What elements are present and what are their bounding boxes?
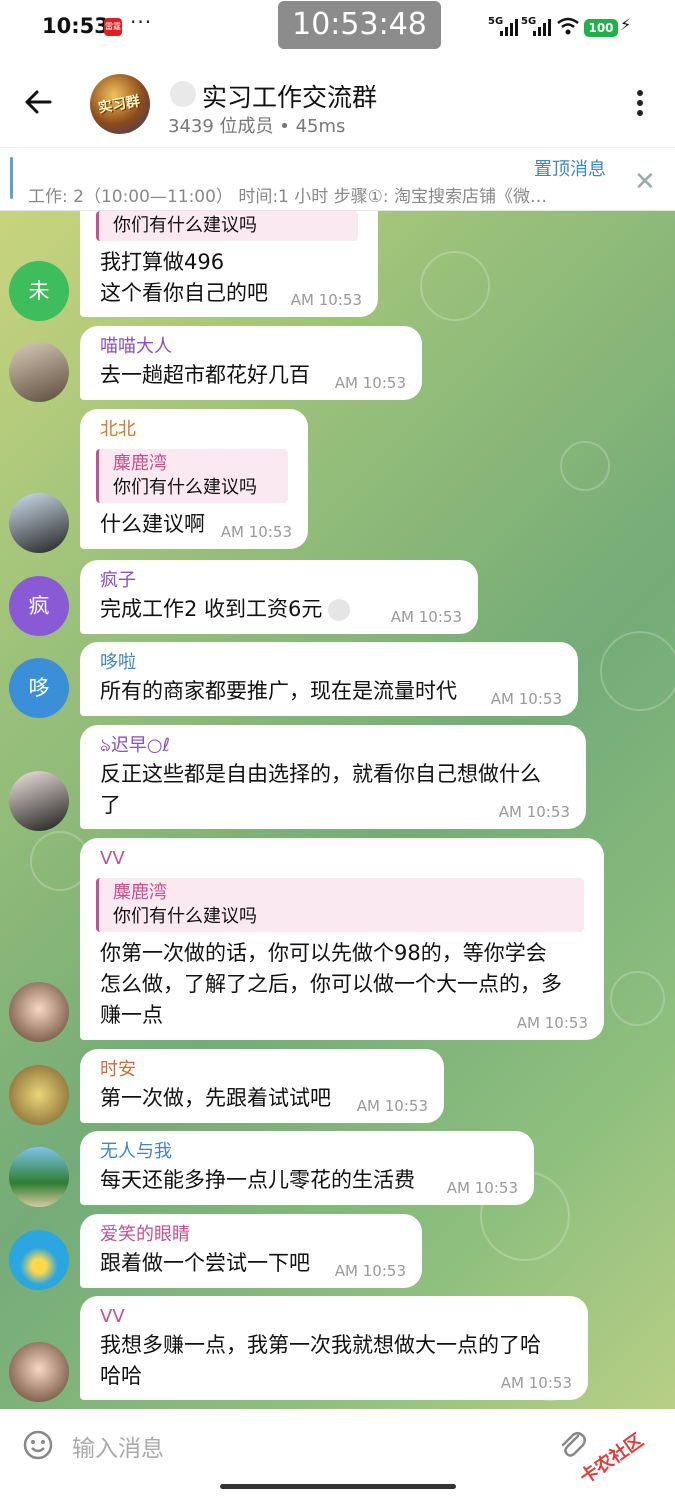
message-bubble[interactable]: 北北 麋鹿湾 你们有什么建议吗 什么建议啊 AM 10:53 [80,409,308,549]
avatar[interactable]: 未 [9,261,69,321]
message-bubble[interactable]: VV 麋鹿湾 你们有什么建议吗 你第一次做的话，你可以先做个98的，等你学会 怎… [80,838,604,1040]
sender-name[interactable]: 北北 [100,417,288,443]
wifi-icon [557,17,579,35]
avatar[interactable] [9,771,69,831]
group-avatar-text: 实习群 [97,93,142,117]
pinned-text: 工作: 2（10:00—11:00） 时间:1 小时 步骤①: 淘宝搜索店铺《微… [28,187,548,207]
signal-icon [500,18,518,36]
avatar[interactable] [9,1342,69,1402]
more-notifications-icon: ··· [130,10,153,34]
emoji-icon [328,599,351,621]
reply-quote[interactable]: 麋鹿湾 你们有什么建议吗 [96,878,584,932]
sender-name[interactable]: 时安 [100,1057,424,1083]
app-badge-icon: 雷霆 [104,18,122,36]
reply-quote[interactable]: 你们有什么建议吗 [96,211,358,241]
message-bubble[interactable]: ঌ迟早○ℓ 反正这些都是自由选择的，就看你自己想做什么 了 AM 10:53 [80,725,586,829]
avatar[interactable] [9,1147,69,1207]
message-time: AM 10:53 [490,690,562,708]
group-title[interactable]: 实习工作交流群 [202,78,377,114]
message-time: AM 10:53 [516,1014,588,1032]
attach-icon[interactable] [556,1427,590,1461]
message-input[interactable]: 输入消息 [72,1429,164,1463]
sender-name[interactable]: 爱笑的眼睛 [100,1222,402,1248]
sender-name[interactable]: 无人与我 [100,1139,514,1165]
signal-icon-2 [533,18,551,36]
charging-icon: ⚡ [620,15,632,34]
message-bubble[interactable]: VV 我想多赚一点，我第一次我就想做大一点的了哈 哈哈 AM 10:53 [80,1296,588,1400]
message-time: AM 10:53 [498,803,570,821]
sender-name[interactable]: 喵喵大人 [100,334,402,360]
message-time: AM 10:53 [334,1262,406,1280]
battery-icon: 100 [584,19,618,37]
sender-name[interactable]: VV [100,1304,568,1330]
message-time: AM 10:53 [500,1374,572,1392]
pinned-message[interactable]: 置顶消息 工作: 2（10:00—11:00） 时间:1 小时 步骤①: 淘宝搜… [0,149,675,211]
message-bubble[interactable]: 时安 第一次做，先跟着试试吧 AM 10:53 [80,1049,444,1123]
more-menu-icon[interactable] [630,88,650,118]
status-bar: 10:53 雷霆 ··· 10:53:48 5G 5G 100 ⚡ [0,0,675,56]
message-bubble[interactable]: 爱笑的眼睛 跟着做一个尝试一下吧 AM 10:53 [80,1214,422,1288]
message-time: AM 10:53 [356,1097,428,1115]
message-input-bar: 输入消息 卡农社区 [0,1409,675,1500]
close-pinned-icon[interactable]: ✕ [634,167,656,197]
avatar[interactable] [9,982,69,1042]
avatar[interactable] [9,342,69,402]
message-time: AM 10:53 [334,374,406,392]
member-count: 3439 位成员 • 45ms [168,116,346,137]
avatar[interactable] [9,493,69,553]
avatar[interactable]: 疯 [9,576,69,636]
sender-name[interactable]: VV [100,846,584,872]
sender-name[interactable]: 疯子 [100,568,458,594]
floating-clock: 10:53:48 [278,1,441,49]
sender-name[interactable]: 哆啦 [100,650,558,676]
pin-indicator [10,157,13,199]
sender-name[interactable]: ঌ迟早○ℓ [100,733,566,759]
reply-quote[interactable]: 麋鹿湾 你们有什么建议吗 [96,449,288,503]
title-emoji-icon [170,81,196,107]
avatar[interactable] [9,1065,69,1125]
back-arrow-icon[interactable] [22,86,54,118]
message-time: AM 10:53 [446,1179,518,1197]
pinned-label: 置顶消息 [534,159,606,180]
home-indicator[interactable] [220,1484,456,1489]
emoji-icon[interactable] [22,1429,54,1461]
message-bubble[interactable]: 喵喵大人 去一趟超市都花好几百 AM 10:53 [80,326,422,400]
message-time: AM 10:53 [220,523,292,541]
message-time: AM 10:53 [390,608,462,626]
avatar[interactable] [9,1230,69,1290]
group-avatar[interactable]: 实习群 [90,74,150,134]
status-time: 10:53 [42,14,109,38]
message-bubble[interactable]: 无人与我 每天还能多挣一点儿零花的生活费 AM 10:53 [80,1131,534,1205]
message-bubble[interactable]: 哆啦 所有的商家都要推广，现在是流量时代 AM 10:53 [80,642,578,716]
message-time: AM 10:53 [290,291,362,309]
chat-header: 实习群 实习工作交流群 3439 位成员 • 45ms [0,56,675,148]
chat-area[interactable]: 未 你们有什么建议吗 我打算做496 这个看你自己的吧 AM 10:53 喵喵大… [0,211,675,1409]
message-bubble[interactable]: 你们有什么建议吗 我打算做496 这个看你自己的吧 AM 10:53 [80,211,378,317]
avatar[interactable]: 哆 [9,658,69,718]
message-bubble[interactable]: 疯子 完成工作2 收到工资6元 AM 10:53 [80,560,478,634]
